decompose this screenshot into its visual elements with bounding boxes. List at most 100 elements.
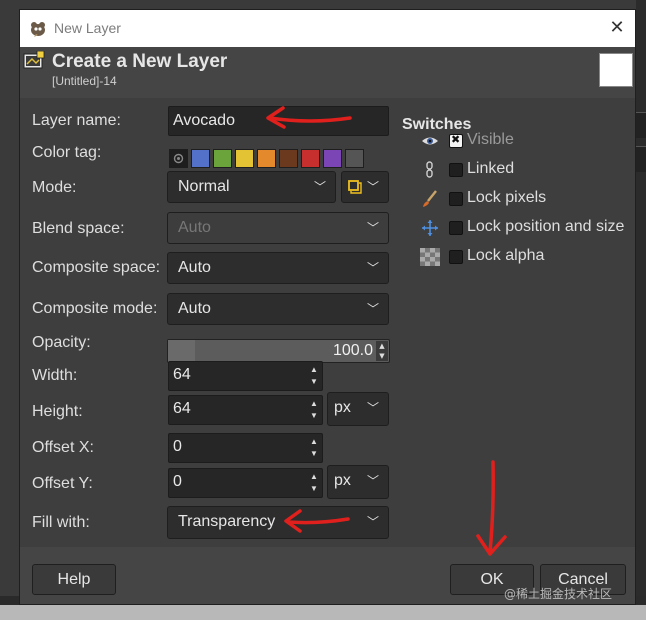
chevron-down-icon: ﹀ <box>366 302 379 316</box>
visible-checkbox[interactable] <box>449 133 463 148</box>
blend-space-select[interactable]: Auto ﹀ <box>167 212 389 244</box>
title-bar: New Layer ✕ <box>20 10 635 47</box>
stepper-down-icon[interactable]: ▼ <box>308 376 320 388</box>
background-strip <box>636 146 646 172</box>
color-tag-violet[interactable] <box>323 149 342 168</box>
background-app-edge <box>636 0 646 620</box>
stepper-up-icon[interactable]: ▲ <box>376 341 388 351</box>
chevron-down-icon: ﹀ <box>366 180 379 194</box>
eye-icon <box>422 137 438 145</box>
color-tag-brown[interactable] <box>279 149 298 168</box>
no-color-icon <box>173 153 184 164</box>
lock-alpha-label: Lock alpha <box>467 247 545 264</box>
offset-x-stepper[interactable]: ▲ ▼ <box>308 436 320 460</box>
lock-position-checkbox[interactable] <box>449 221 463 235</box>
height-stepper[interactable]: ▲ ▼ <box>308 398 320 422</box>
fill-with-label: Fill with: <box>32 514 90 531</box>
height-label: Height: <box>32 403 83 420</box>
background-strip <box>636 112 646 138</box>
color-tag-orange[interactable] <box>257 149 276 168</box>
size-unit-value: px <box>334 399 351 416</box>
blend-space-value: Auto <box>178 219 211 236</box>
help-button[interactable]: Help <box>32 564 116 595</box>
opacity-fill <box>168 340 195 362</box>
color-tag-green[interactable] <box>213 149 232 168</box>
width-value: 64 <box>173 366 191 383</box>
window-title: New Layer <box>54 20 121 36</box>
image-name: [Untitled]-14 <box>52 74 117 88</box>
stepper-down-icon[interactable]: ▼ <box>308 448 320 460</box>
width-input[interactable]: 64 ▲ ▼ <box>168 361 323 391</box>
dialog-heading: Create a New Layer <box>52 51 228 72</box>
opacity-value: 100.0 <box>332 342 373 359</box>
chevron-down-icon: ﹀ <box>366 515 379 529</box>
chain-icon <box>426 161 433 178</box>
color-tag-gray[interactable] <box>345 149 364 168</box>
stepper-down-icon[interactable]: ▼ <box>308 410 320 422</box>
mode-value: Normal <box>178 178 230 195</box>
lock-position-label: Lock position and size <box>467 218 625 235</box>
visible-label: Visible <box>467 131 514 148</box>
color-tag-blue[interactable] <box>191 149 210 168</box>
fill-with-value: Transparency <box>178 513 276 530</box>
legacy-mode-icon <box>348 180 362 194</box>
blend-space-label: Blend space: <box>32 220 125 237</box>
height-value: 64 <box>173 400 191 417</box>
chevron-down-icon: ﹀ <box>366 474 379 488</box>
chevron-down-icon: ﹀ <box>366 401 379 415</box>
composite-mode-label: Composite mode: <box>32 300 158 317</box>
height-input[interactable]: 64 ▲ ▼ <box>168 395 323 425</box>
chevron-down-icon: ﹀ <box>366 261 379 275</box>
opacity-slider[interactable]: 100.0 ▲ ▼ <box>167 339 390 363</box>
layer-color-preview <box>599 53 633 87</box>
composite-mode-select[interactable]: Auto ﹀ <box>167 293 389 325</box>
width-stepper[interactable]: ▲ ▼ <box>308 364 320 388</box>
offset-x-value: 0 <box>173 438 182 455</box>
color-tag-yellow[interactable] <box>235 149 254 168</box>
stepper-down-icon[interactable]: ▼ <box>376 351 388 361</box>
mode-select[interactable]: Normal ﹀ <box>167 171 336 203</box>
stepper-up-icon[interactable]: ▲ <box>308 398 320 410</box>
composite-space-label: Composite space: <box>32 259 161 276</box>
paintbrush-icon <box>423 190 437 207</box>
color-tag-red[interactable] <box>301 149 320 168</box>
offset-y-label: Offset Y: <box>32 475 93 492</box>
mode-label: Mode: <box>32 179 77 196</box>
composite-mode-value: Auto <box>178 300 211 317</box>
lock-pixels-label: Lock pixels <box>467 189 547 206</box>
watermark: @稀土掘金技术社区 <box>504 587 613 601</box>
lock-pixels-checkbox[interactable] <box>449 192 463 206</box>
stepper-up-icon[interactable]: ▲ <box>308 364 320 376</box>
layer-name-input[interactable]: Avocado <box>168 106 389 136</box>
linked-checkbox[interactable] <box>449 163 463 177</box>
stepper-down-icon[interactable]: ▼ <box>308 483 320 495</box>
offset-unit-value: px <box>334 472 351 489</box>
offset-y-input[interactable]: 0 ▲ ▼ <box>168 468 323 498</box>
offset-y-stepper[interactable]: ▲ ▼ <box>308 471 320 495</box>
chevron-down-icon: ﹀ <box>313 180 326 194</box>
layer-name-label: Layer name: <box>32 112 121 129</box>
offset-x-label: Offset X: <box>32 439 94 456</box>
opacity-label: Opacity: <box>32 334 91 351</box>
move-icon <box>422 220 438 236</box>
width-label: Width: <box>32 367 78 384</box>
mode-group-select[interactable]: ﹀ <box>341 171 389 203</box>
lock-alpha-checkbox[interactable] <box>449 250 463 264</box>
composite-space-select[interactable]: Auto ﹀ <box>167 252 389 284</box>
fill-with-select[interactable]: Transparency ﹀ <box>167 506 389 539</box>
color-tag-none[interactable] <box>169 149 188 168</box>
gimp-app-icon <box>31 22 45 37</box>
close-icon[interactable]: ✕ <box>606 17 628 39</box>
checkerboard-icon <box>420 248 440 266</box>
opacity-stepper[interactable]: ▲ ▼ <box>376 341 388 361</box>
background-taskbar <box>0 605 646 620</box>
chevron-down-icon: ﹀ <box>366 221 379 235</box>
linked-label: Linked <box>467 160 515 177</box>
stepper-up-icon[interactable]: ▲ <box>308 471 320 483</box>
offset-unit-select[interactable]: px ﹀ <box>327 465 389 499</box>
composite-space-value: Auto <box>178 259 211 276</box>
size-unit-select[interactable]: px ﹀ <box>327 392 389 426</box>
offset-x-input[interactable]: 0 ▲ ▼ <box>168 433 323 463</box>
offset-y-value: 0 <box>173 473 182 490</box>
stepper-up-icon[interactable]: ▲ <box>308 436 320 448</box>
